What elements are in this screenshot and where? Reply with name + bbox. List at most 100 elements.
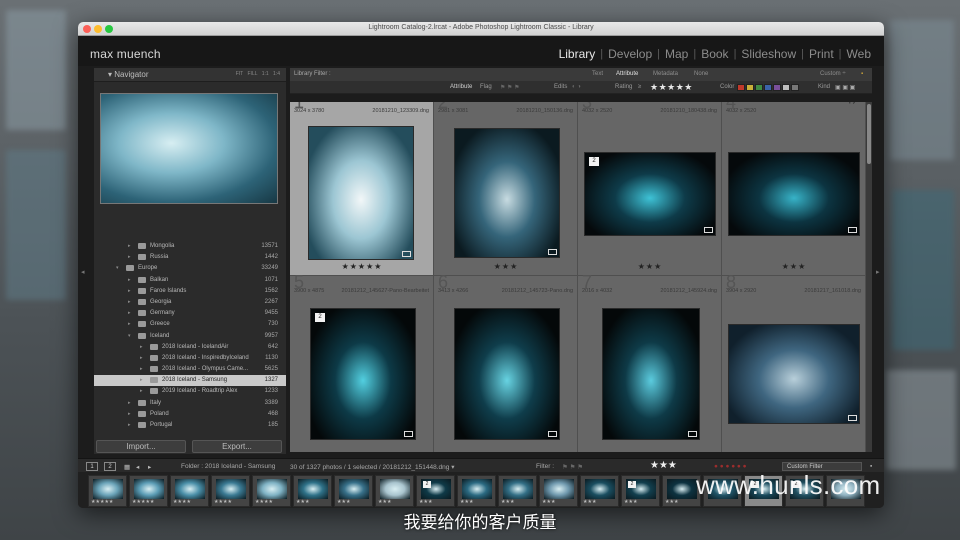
filter-preset[interactable]: Custom ÷ (820, 71, 846, 77)
filmstrip-thumbnail[interactable]: ★★★ (334, 475, 373, 507)
folder-row[interactable]: ▸ Mongolia 13571 (94, 241, 286, 252)
filmstrip-thumbnail[interactable]: ★★★★ (252, 475, 291, 507)
folder-row[interactable]: ▸ 2018 Iceland - IcelandAir 642 (94, 342, 286, 353)
folder-row[interactable]: ▸ Georgia 2267 (94, 297, 286, 308)
collapsed-arrow-icon[interactable]: ▸ (140, 344, 143, 350)
navigator-zoom-options[interactable]: FIT FILL 1:1 1:4 (236, 71, 280, 77)
module-slideshow[interactable]: Slideshow (736, 47, 801, 61)
module-web[interactable]: Web (842, 47, 876, 61)
collapsed-arrow-icon[interactable]: ▸ (128, 288, 131, 294)
filmstrip-thumbnail[interactable]: ★★★ (580, 475, 619, 507)
filter-rating-stars[interactable]: ★★★ (650, 460, 677, 471)
rating-filter-stars[interactable]: ★★★★★ (650, 82, 693, 93)
folder-row[interactable]: ▸ 2018 Iceland - Olympus Came... 5625 (94, 364, 286, 375)
cell-rating-stars[interactable]: ★★★★★ (290, 262, 434, 271)
filmstrip-thumbnail[interactable]: ★★★ (293, 475, 332, 507)
grid-cell[interactable]: 44032 x 2520Copy 1★★★ (722, 102, 866, 276)
module-library[interactable]: Library (554, 47, 601, 61)
edit-badge-icon[interactable] (548, 431, 557, 437)
expanded-arrow-icon[interactable]: ▾ (116, 265, 119, 271)
folder-row[interactable]: ▸ 2018 Iceland - Samsung 1327 (94, 375, 286, 387)
color-swatch-other[interactable] (791, 84, 799, 91)
folder-row[interactable]: ▸ Italy 3389 (94, 398, 286, 409)
color-swatch-purple[interactable] (773, 84, 781, 91)
cell-rating-stars[interactable]: ★★★ (722, 262, 866, 271)
stack-count-badge[interactable]: 2 (423, 481, 431, 488)
collapsed-arrow-icon[interactable]: ▸ (140, 366, 143, 372)
stack-count-badge[interactable]: 2 (315, 313, 325, 322)
collapsed-arrow-icon[interactable]: ▸ (128, 299, 131, 305)
collapsed-arrow-icon[interactable]: ▸ (128, 310, 131, 316)
edits-icons[interactable]: ◐ ◑ (572, 84, 581, 90)
folder-row[interactable]: ▸ Greece 730 (94, 319, 286, 330)
collapsed-arrow-icon[interactable]: ▸ (128, 400, 131, 406)
filter-tab-attribute[interactable]: Attribute (616, 71, 638, 77)
stack-count-badge[interactable]: 2 (628, 481, 636, 488)
collapsed-arrow-icon[interactable]: ▸ (128, 243, 131, 249)
collapsed-arrow-icon[interactable]: ▸ (140, 355, 143, 361)
color-swatch-green[interactable] (755, 84, 763, 91)
filmstrip-thumbnail[interactable]: ★★★ (457, 475, 496, 507)
collapsed-arrow-icon[interactable]: ▸ (128, 422, 131, 428)
filter-flag-icons[interactable]: ⚑ ⚑ ⚑ (562, 463, 583, 471)
photo-thumbnail[interactable] (602, 308, 700, 440)
filter-color-dots[interactable]: ● ● ● ● ● ● (714, 463, 747, 470)
lock-icon[interactable]: ▪ (861, 71, 863, 77)
nav-back-icon[interactable]: ◂ (136, 463, 139, 471)
folder-row[interactable]: ▸ 2018 Iceland - InspiredbyIceland 1130 (94, 353, 286, 364)
collapsed-arrow-icon[interactable]: ▸ (128, 321, 131, 327)
export-button[interactable]: Export... (192, 440, 282, 453)
collapsed-arrow-icon[interactable]: ▸ (140, 377, 143, 383)
nav-forward-icon[interactable]: ▸ (148, 463, 151, 471)
filter-lock-icon[interactable]: ▪ (870, 463, 872, 470)
collapsed-arrow-icon[interactable]: ▸ (128, 411, 131, 417)
color-swatch-yellow[interactable] (746, 84, 754, 91)
flag-icons[interactable]: ⚑ ⚑ ⚑ (500, 84, 519, 91)
folder-row[interactable]: ▸ Faroe Islands 1562 (94, 286, 286, 297)
filmstrip-thumbnail[interactable]: ★★★★★ (129, 475, 168, 507)
color-swatch-none[interactable] (782, 84, 790, 91)
grid-scrollbar[interactable] (866, 102, 872, 452)
collapsed-arrow-icon[interactable]: ▸ (128, 277, 131, 283)
folder-row[interactable]: ▸ Russia 1442 (94, 252, 286, 263)
stack-count-badge[interactable]: 2 (589, 157, 599, 166)
collapsed-arrow-icon[interactable]: ▸ (128, 254, 131, 260)
photo-thumbnail[interactable] (454, 128, 560, 258)
cell-rating-stars[interactable]: ★★★ (434, 262, 578, 271)
cell-rating-stars[interactable]: ★★★ (578, 262, 722, 271)
grid-cell[interactable]: 3 4032 x 2520 20181210_180438.dng 2 ★★★ (578, 102, 722, 276)
filmstrip-thumbnail[interactable]: ★★★ (375, 475, 414, 507)
filter-tab-text[interactable]: Text (592, 71, 603, 77)
filmstrip-thumbnail[interactable]: ★★★★ (170, 475, 209, 507)
module-book[interactable]: Book (696, 47, 733, 61)
navigator-preview[interactable] (100, 93, 278, 204)
edit-badge-icon[interactable] (848, 415, 857, 421)
filmstrip-thumbnail[interactable]: 2 ★★★ (416, 475, 455, 507)
module-print[interactable]: Print (804, 47, 839, 61)
edit-badge-icon[interactable] (548, 249, 557, 255)
filmstrip-thumbnail[interactable]: ★★★ (539, 475, 578, 507)
grid-cell[interactable]: 8 3904 x 2920 20181217_161018.dng (722, 272, 866, 452)
filter-tab-metadata[interactable]: Metadata (653, 71, 678, 77)
photo-thumbnail[interactable]: 2 (584, 152, 716, 236)
grid-cell[interactable]: 2 2981 x 3081 20181210_150136.dng ★★★ (434, 102, 578, 276)
photo-thumbnail[interactable] (454, 308, 560, 440)
folder-row[interactable]: ▸ Germany 9455 (94, 308, 286, 319)
kind-icons[interactable]: ▣ ▣ ▣ (835, 84, 855, 91)
expanded-arrow-icon[interactable]: ▾ (128, 333, 131, 339)
secondary-window-button[interactable]: 2 (104, 462, 116, 471)
grid-cell[interactable]: 1 3024 x 3780 20181210_123309.dng ★★★★★ (290, 102, 434, 276)
folder-row[interactable]: ▸ Balkan 1071 (94, 275, 286, 286)
photo-thumbnail[interactable]: 2 (310, 308, 416, 440)
import-button[interactable]: Import... (96, 440, 186, 453)
color-swatch-red[interactable] (737, 84, 745, 91)
source-path[interactable]: Folder : 2018 Iceland - Samsung (181, 463, 275, 470)
filmstrip-thumbnail[interactable]: ★★★★★ (88, 475, 127, 507)
filmstrip-thumbnail[interactable]: ★★★ (498, 475, 537, 507)
left-panel-toggle-icon[interactable]: ◂ (81, 268, 86, 276)
filter-tab-none[interactable]: None (694, 71, 708, 77)
folder-row[interactable]: ▸ Poland 468 (94, 409, 286, 420)
module-map[interactable]: Map (660, 47, 693, 61)
collapsed-arrow-icon[interactable]: ▸ (140, 388, 143, 394)
edit-badge-icon[interactable] (402, 251, 411, 257)
